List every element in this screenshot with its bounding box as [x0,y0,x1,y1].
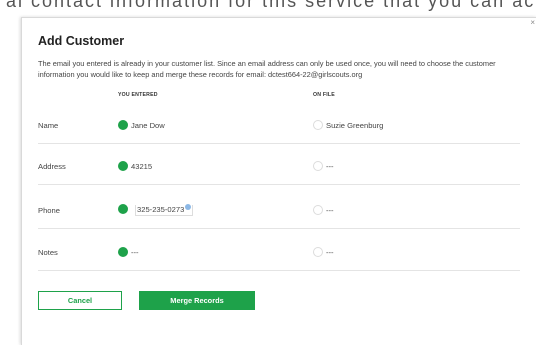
merge-row-name: Name Jane Dow Suzie Greenburg [38,113,520,144]
radio-selected-icon[interactable] [118,203,128,214]
row-label: Phone [38,206,60,215]
merge-row-phone: Phone 325-235-0273 --- [38,198,520,229]
phone-value: 325-235-0273 [135,204,194,216]
column-header-onfile: ON FILE [313,92,335,98]
radio-unselected-icon[interactable] [313,205,323,215]
close-icon[interactable]: × [530,18,535,27]
option-value: --- [326,205,334,215]
row-label: Notes [38,248,58,257]
option-value: Jane Dow [131,120,165,130]
background-text: al contact information for this service … [6,0,536,11]
row-label: Address [38,162,66,171]
notes-onfile-option[interactable]: --- [313,247,334,257]
phone-onfile-option[interactable]: --- [313,205,334,215]
merge-row-notes: Notes --- --- [38,240,520,271]
radio-selected-icon[interactable] [118,120,128,130]
name-onfile-option[interactable]: Suzie Greenburg [313,120,383,130]
radio-unselected-icon[interactable] [313,120,323,130]
radio-selected-icon[interactable] [118,161,128,171]
dialog-title: Add Customer [38,34,125,48]
address-onfile-option[interactable]: --- [313,161,334,171]
option-value: --- [131,247,139,257]
option-value: --- [326,247,334,257]
add-customer-dialog: × Add Customer The email you entered is … [21,17,536,345]
merge-records-button[interactable]: Merge Records [139,291,255,310]
address-entered-option[interactable]: 43215 [118,161,152,171]
dialog-description: The email you entered is already in your… [38,59,496,79]
merge-row-address: Address 43215 --- [38,154,520,185]
notes-entered-option[interactable]: --- [118,247,139,257]
option-value: 43215 [131,161,153,171]
phone-number: 325-235-0273 [137,205,185,214]
cancel-button[interactable]: Cancel [38,291,122,310]
row-label: Name [38,121,59,130]
option-value: --- [326,161,334,171]
option-value: Suzie Greenburg [326,120,384,130]
radio-unselected-icon[interactable] [313,161,323,171]
radio-selected-icon[interactable] [118,247,128,257]
background-page-text: al contact information for this service … [0,0,536,14]
phone-entered-option[interactable]: 325-235-0273 [118,203,194,216]
column-header-entered: YOU ENTERED [118,92,158,98]
radio-unselected-icon[interactable] [313,247,323,257]
call-icon[interactable] [185,204,192,210]
name-entered-option[interactable]: Jane Dow [118,120,165,130]
